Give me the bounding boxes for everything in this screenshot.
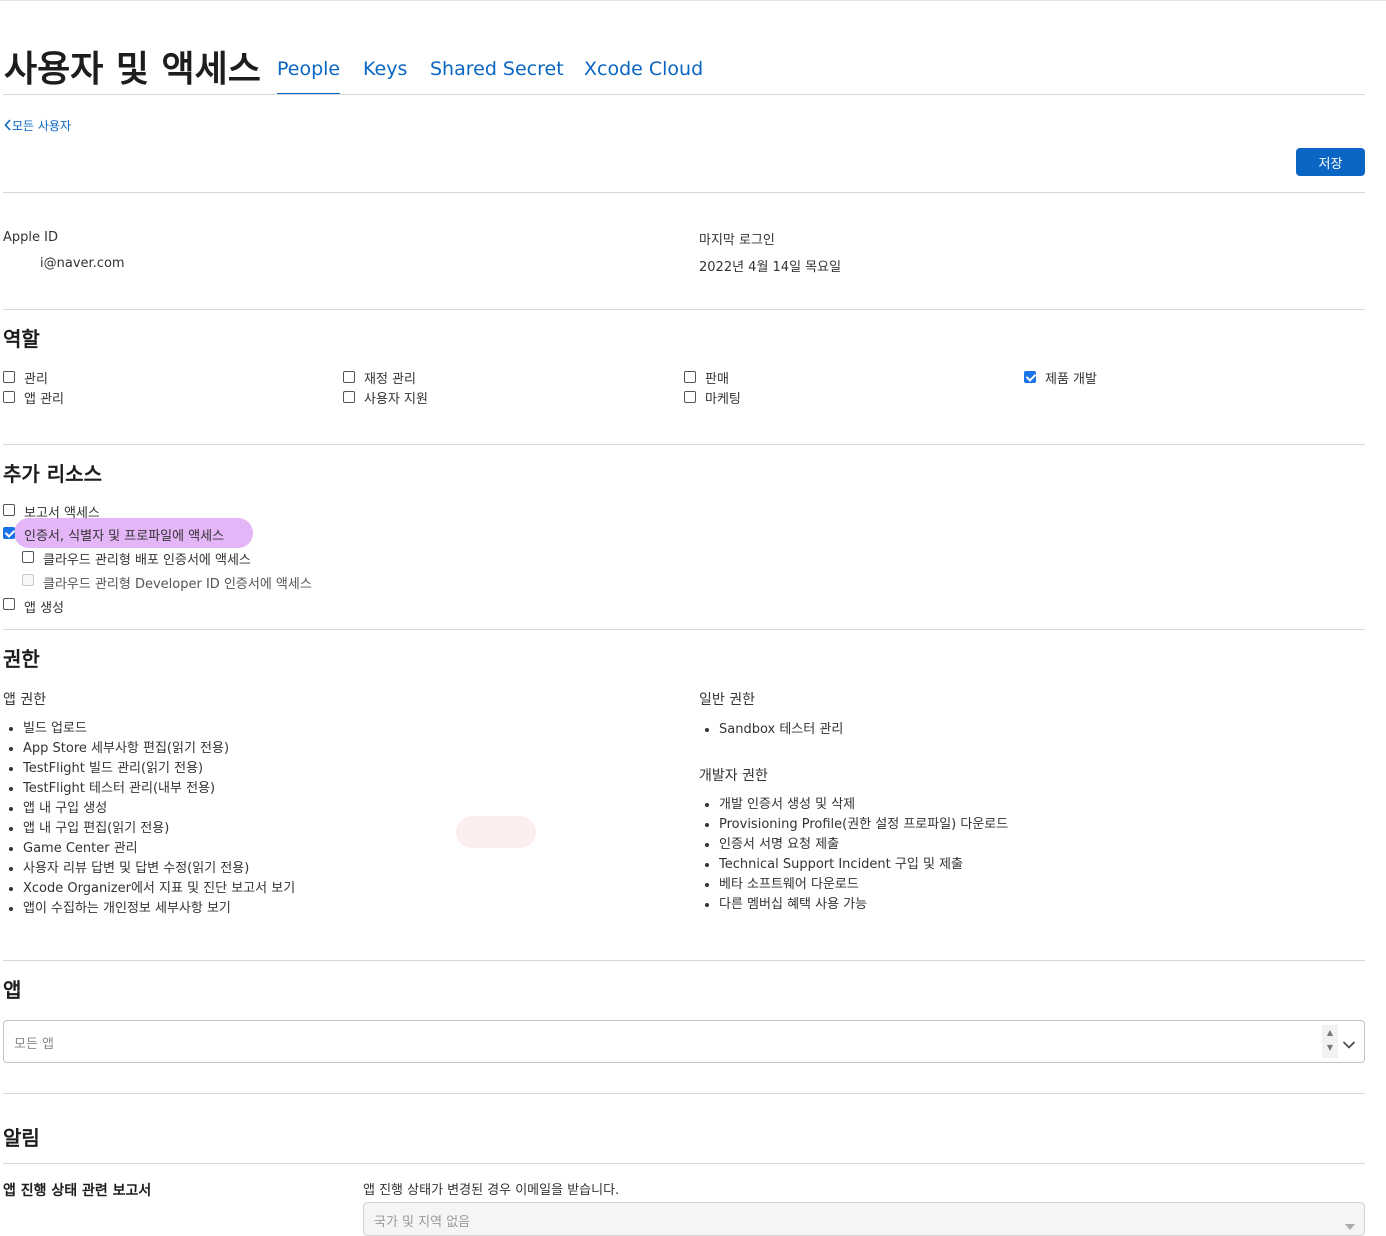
role-label-finance: 재정 관리 [364,372,416,387]
country-region-placeholder: 국가 및 지역 없음 [374,1215,471,1230]
top-border [0,0,1386,1]
header-divider [3,94,1365,95]
app-status-report-label: 앱 진행 상태 관련 보고서 [3,1183,152,1199]
tab-people[interactable]: People [277,58,340,80]
divider [3,309,1365,310]
role-label-customer-support: 사용자 지원 [364,392,428,407]
list-item: 빌드 업로드 [23,719,295,739]
role-checkbox-marketing[interactable] [684,391,696,403]
page-title: 사용자 및 액세스 [4,49,261,90]
resource-label-certificates: 인증서, 식별자 및 프로파일에 액세스 [24,529,225,544]
resource-checkbox-certificates[interactable] [3,527,15,539]
list-item: 앱 내 구입 생성 [23,799,295,819]
tab-xcode-cloud[interactable]: Xcode Cloud [584,58,703,80]
chevron-down-icon[interactable] [1342,1035,1356,1054]
resource-label-reports: 보고서 액세스 [24,506,100,521]
back-link-label: 모든 사용자 [12,119,72,133]
apple-id-label: Apple ID [3,230,58,245]
list-item: Provisioning Profile(권한 설정 프로파일) 다운로드 [719,815,1008,835]
resource-checkbox-create-apps[interactable] [3,598,15,610]
list-item: 앱이 수집하는 개인정보 세부사항 보기 [23,899,295,919]
list-item: 다른 멤버십 혜택 사용 가능 [719,895,1008,915]
annotation-mark [456,816,536,848]
resource-checkbox-cloud-distribution[interactable] [22,551,34,563]
apps-stepper[interactable]: ▲ ▼ [1322,1025,1338,1058]
chevron-left-icon [4,119,12,134]
apps-heading: 앱 [3,978,22,1002]
divider [3,1163,1365,1164]
general-permissions-heading: 일반 권한 [699,692,755,708]
role-label-marketing: 마케팅 [705,392,741,407]
apps-select[interactable]: 모든 앱 ▲ ▼ [3,1020,1365,1063]
role-label-admin: 관리 [24,372,48,387]
list-item: App Store 세부사항 편집(읽기 전용) [23,739,295,759]
list-item: Sandbox 테스터 관리 [719,720,843,740]
notifications-heading: 알림 [3,1126,40,1150]
dropdown-arrow-icon [1345,1215,1355,1234]
resource-checkbox-reports[interactable] [3,504,15,516]
list-item: Xcode Organizer에서 지표 및 진단 보고서 보기 [23,879,295,899]
resource-checkbox-cloud-developer-id [22,574,34,586]
divider [3,1093,1365,1094]
list-item: Game Center 관리 [23,839,295,859]
list-item: 인증서 서명 요청 제출 [719,835,1008,855]
additional-resources-heading: 추가 리소스 [3,462,102,486]
list-item: 개발 인증서 생성 및 삭제 [719,795,1008,815]
list-item: TestFlight 테스터 관리(내부 전용) [23,779,295,799]
stepper-up-icon[interactable]: ▲ [1322,1025,1338,1037]
list-item: 앱 내 구입 편집(읽기 전용) [23,819,295,839]
apple-id-value: i@naver.com [40,256,125,271]
resource-label-cloud-distribution: 클라우드 관리형 배포 인증서에 액세스 [43,553,251,568]
role-checkbox-developer[interactable] [1024,371,1036,383]
app-permissions-list: 빌드 업로드 App Store 세부사항 편집(읽기 전용) TestFlig… [3,719,295,919]
save-button[interactable]: 저장 [1296,148,1365,176]
resource-label-create-apps: 앱 생성 [24,601,65,616]
divider [3,444,1365,445]
role-checkbox-sales[interactable] [684,371,696,383]
role-label-sales: 판매 [705,372,729,387]
divider [3,629,1365,630]
list-item: 베타 소프트웨어 다운로드 [719,875,1008,895]
role-checkbox-app-manager[interactable] [3,391,15,403]
developer-permissions-list: 개발 인증서 생성 및 삭제 Provisioning Profile(권한 설… [699,795,1008,915]
tab-keys[interactable]: Keys [363,58,407,80]
role-checkbox-finance[interactable] [343,371,355,383]
app-status-report-description: 앱 진행 상태가 변경된 경우 이메일을 받습니다. [363,1183,620,1198]
role-label-app-manager: 앱 관리 [24,392,65,407]
list-item: 사용자 리뷰 답변 및 답변 수정(읽기 전용) [23,859,295,879]
list-item: TestFlight 빌드 관리(읽기 전용) [23,759,295,779]
roles-heading: 역할 [3,327,40,351]
country-region-select[interactable]: 국가 및 지역 없음 [363,1202,1365,1236]
role-checkbox-customer-support[interactable] [343,391,355,403]
back-to-all-users-link[interactable]: 모든 사용자 [4,117,71,134]
apps-select-placeholder: 모든 앱 [14,1037,55,1052]
last-login-label: 마지막 로그인 [699,233,775,248]
role-label-developer: 제품 개발 [1045,372,1097,387]
resource-label-cloud-developer-id: 클라우드 관리형 Developer ID 인증서에 액세스 [43,577,312,592]
tab-shared-secret[interactable]: Shared Secret [430,58,564,80]
app-permissions-heading: 앱 권한 [3,692,47,708]
list-item: Technical Support Incident 구입 및 제출 [719,855,1008,875]
last-login-value: 2022년 4월 14일 목요일 [699,260,842,275]
permissions-heading: 권한 [3,647,40,671]
divider [3,192,1365,193]
general-permissions-list: Sandbox 테스터 관리 [699,720,843,740]
developer-permissions-heading: 개발자 권한 [699,768,768,784]
stepper-down-icon[interactable]: ▼ [1322,1037,1338,1052]
role-checkbox-admin[interactable] [3,371,15,383]
divider [3,960,1365,961]
